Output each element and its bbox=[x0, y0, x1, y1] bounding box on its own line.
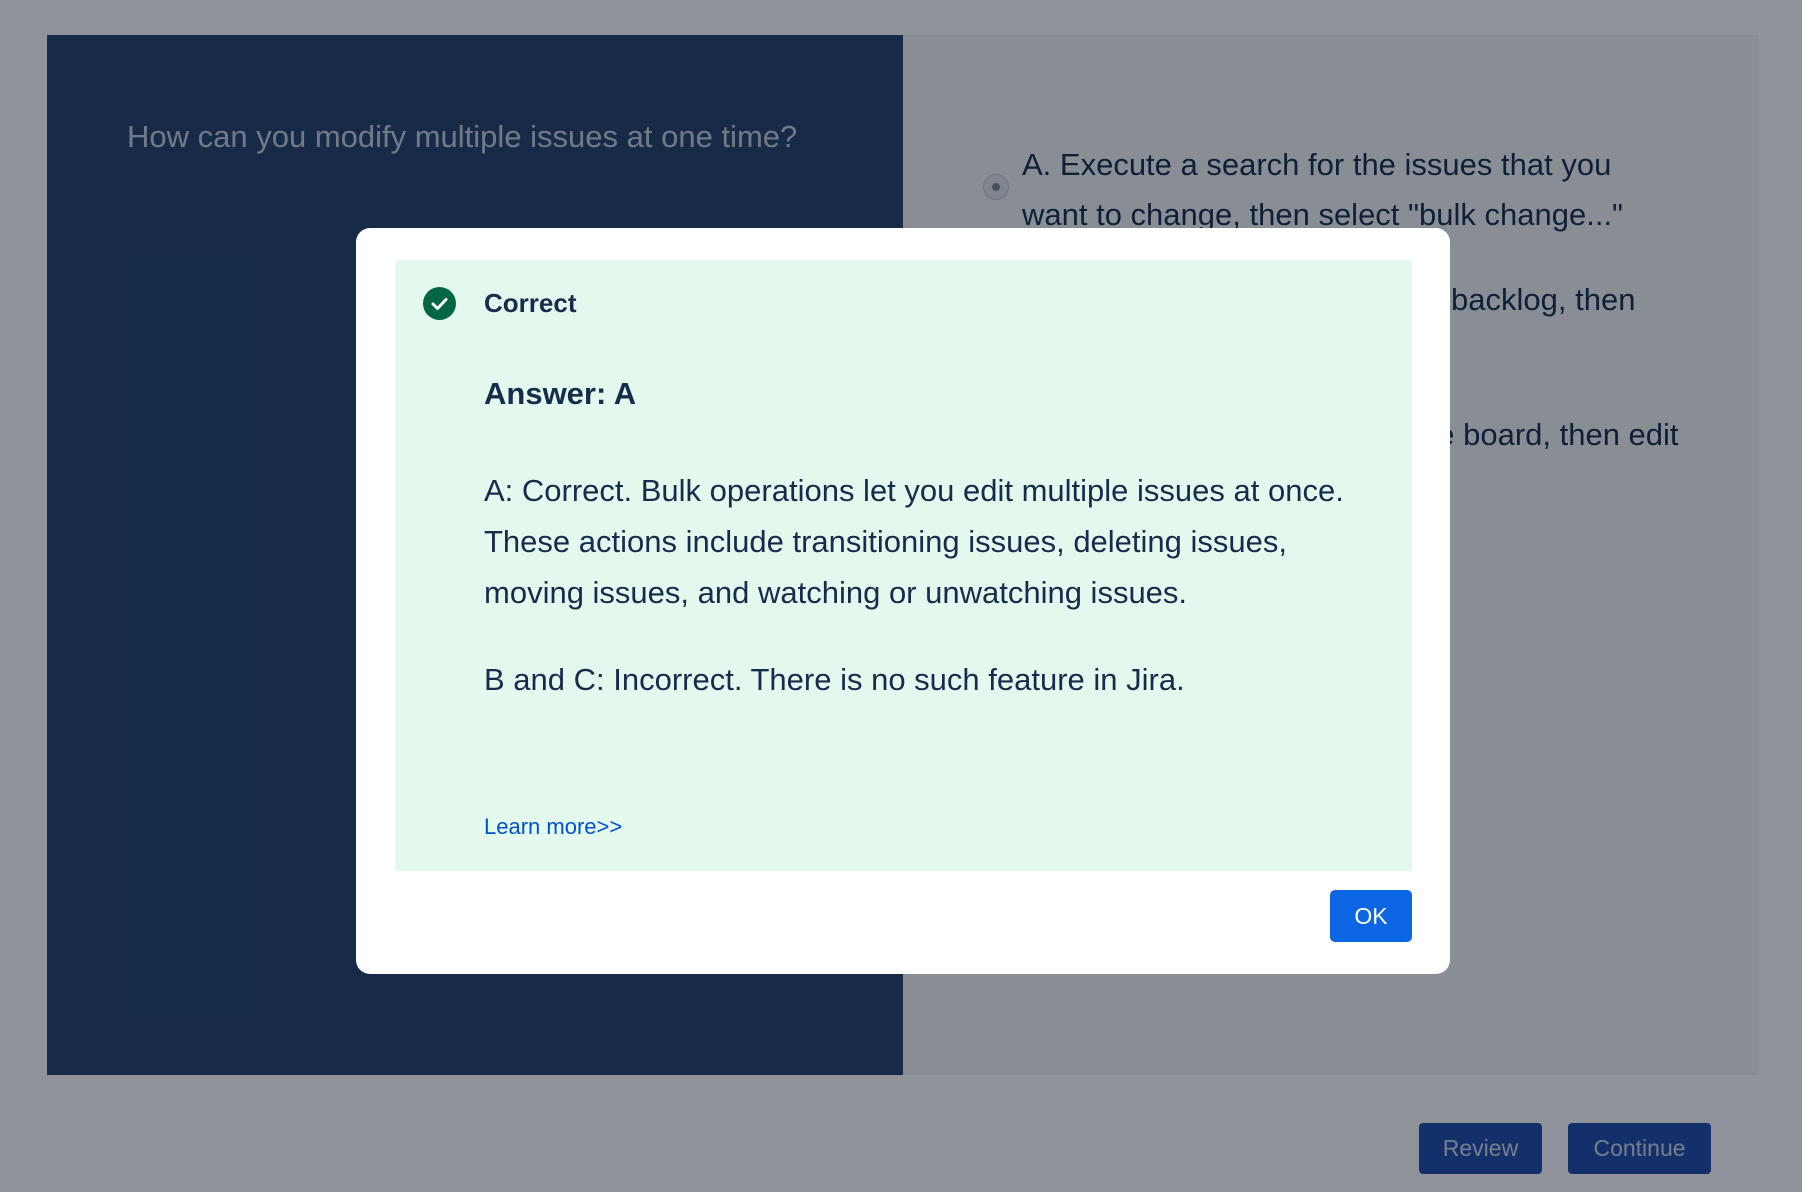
check-circle-icon bbox=[423, 287, 456, 320]
ok-button[interactable]: OK bbox=[1330, 890, 1412, 942]
explanation-correct: A: Correct. Bulk operations let you edit… bbox=[484, 473, 1344, 610]
feedback-panel: Correct Answer: A A: Correct. Bulk opera… bbox=[395, 260, 1412, 871]
answer-title: Answer: A bbox=[484, 376, 637, 411]
learn-more-link[interactable]: Learn more>> bbox=[484, 812, 622, 842]
explanation-incorrect: B and C: Incorrect. There is no such fea… bbox=[484, 662, 1185, 697]
status-label: Correct bbox=[484, 288, 577, 318]
feedback-modal: Correct Answer: A A: Correct. Bulk opera… bbox=[356, 228, 1450, 974]
